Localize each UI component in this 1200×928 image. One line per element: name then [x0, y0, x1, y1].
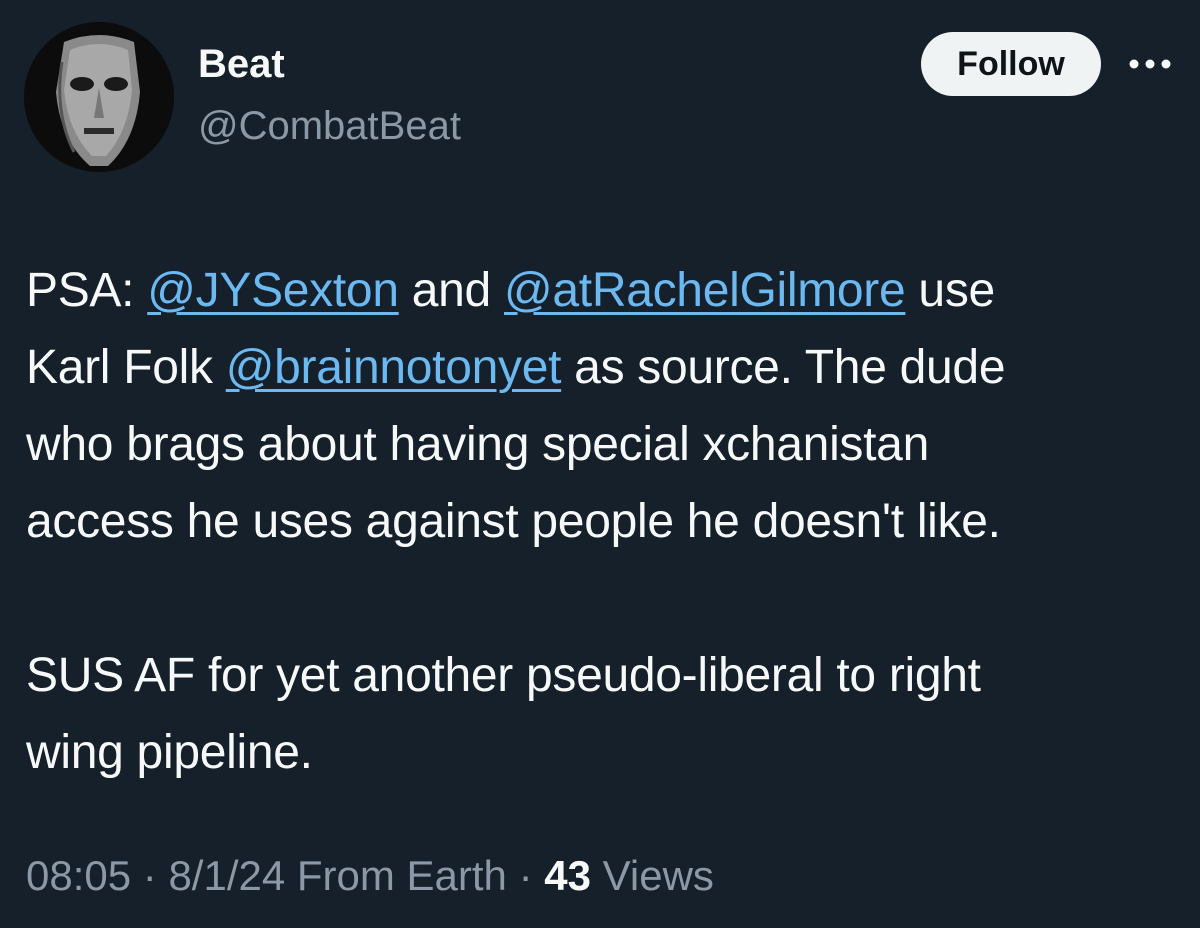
meta-separator: ·	[506, 852, 545, 899]
tweet-text-segment: wing pipeline.	[26, 726, 313, 779]
views-count[interactable]: 43	[544, 852, 591, 899]
more-horizontal-icon	[1129, 59, 1171, 69]
mask-avatar-icon	[24, 22, 174, 172]
tweet-text-segment: PSA:	[26, 264, 148, 317]
author-display-name[interactable]: Beat	[198, 38, 285, 90]
more-options-button[interactable]	[1124, 44, 1176, 84]
tweet-text-segment: as source. The dude	[561, 341, 1006, 394]
tweet-text-segment: access he uses against people he doesn't…	[26, 495, 1001, 548]
views-label: Views	[590, 852, 714, 899]
tweet-line: SUS AF for yet another pseudo-liberal to…	[26, 637, 1186, 714]
tweet-text-segment: and	[398, 264, 504, 317]
follow-button[interactable]: Follow	[921, 32, 1101, 96]
tweet-line: wing pipeline.	[26, 714, 1186, 791]
tweet-line: access he uses against people he doesn't…	[26, 483, 1186, 560]
mention-link[interactable]: @brainnotonyet	[226, 341, 562, 394]
tweet-text: PSA: @JYSexton and @atRachelGilmore use K…	[26, 252, 1186, 791]
tweet-line: Karl Folk @brainnotonyet as source. The …	[26, 329, 1186, 406]
tweet-text-segment: SUS AF for yet another pseudo-liberal to…	[26, 649, 981, 702]
tweet-meta: 08:05 · 8/1/24 From Earth · 43 Views	[26, 848, 714, 904]
tweet-date-location[interactable]: 8/1/24 From Earth	[168, 852, 506, 899]
author-handle[interactable]: @CombatBeat	[198, 100, 461, 152]
mention-link[interactable]: @atRachelGilmore	[504, 264, 906, 317]
tweet-line: PSA: @JYSexton and @atRachelGilmore use	[26, 252, 1186, 329]
meta-separator: ·	[131, 852, 169, 899]
tweet-text-segment: Karl Folk	[26, 341, 226, 394]
tweet-time[interactable]: 08:05	[26, 852, 131, 899]
avatar[interactable]	[24, 22, 174, 172]
tweet-text-segment: who brags about having special xchanista…	[26, 418, 929, 471]
tweet-text-segment: use	[905, 264, 995, 317]
tweet-line: who brags about having special xchanista…	[26, 406, 1186, 483]
mention-link[interactable]: @JYSexton	[147, 264, 399, 317]
